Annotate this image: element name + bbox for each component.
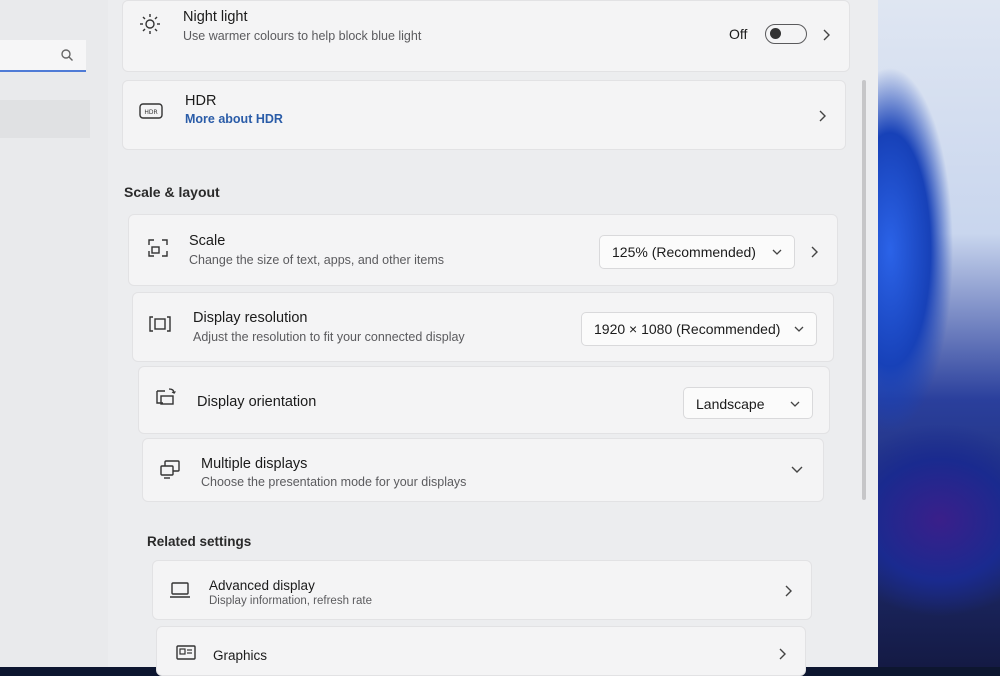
multiple-displays-subtitle: Choose the presentation mode for your di…: [201, 475, 467, 489]
scrollbar[interactable]: [862, 80, 866, 500]
chevron-down-icon: [794, 326, 804, 332]
brightness-icon: [140, 14, 160, 34]
advanced-display-title: Advanced display: [209, 578, 315, 593]
advanced-display-card[interactable]: Advanced display Display information, re…: [152, 560, 812, 620]
multiple-displays-title: Multiple displays: [201, 456, 308, 472]
multiple-displays-card[interactable]: Multiple displays Choose the presentatio…: [142, 438, 824, 502]
advanced-display-subtitle: Display information, refresh rate: [209, 595, 372, 607]
night-light-subtitle: Use warmer colours to help block blue li…: [183, 29, 422, 43]
chevron-right-icon[interactable]: [817, 109, 827, 123]
chevron-down-icon: [772, 249, 782, 255]
orientation-icon: [156, 388, 176, 405]
chevron-down-icon[interactable]: [791, 465, 803, 475]
orientation-dropdown[interactable]: Landscape: [683, 387, 813, 419]
monitor-icon: [170, 582, 190, 598]
scale-value: 125% (Recommended): [612, 244, 756, 260]
resolution-value: 1920 × 1080 (Recommended): [594, 321, 781, 337]
related-settings-heading: Related settings: [147, 534, 252, 549]
chevron-right-icon[interactable]: [821, 28, 831, 42]
multiple-displays-icon: [160, 460, 180, 479]
svg-text:HDR: HDR: [144, 109, 157, 116]
resolution-title: Display resolution: [193, 310, 308, 326]
scale-subtitle: Change the size of text, apps, and other…: [189, 253, 445, 267]
night-light-toggle[interactable]: [765, 24, 807, 44]
scale-card[interactable]: Scale Change the size of text, apps, and…: [128, 214, 838, 286]
display-orientation-card[interactable]: Display orientation Landscape: [138, 366, 830, 434]
orientation-title: Display orientation: [197, 394, 317, 410]
hdr-icon: HDR: [139, 103, 163, 119]
resolution-subtitle: Adjust the resolution to fit your connec…: [193, 330, 465, 344]
scale-title: Scale: [189, 233, 226, 249]
scale-dropdown[interactable]: 125% (Recommended): [599, 235, 795, 269]
nav-item-selected[interactable]: [0, 100, 90, 138]
resolution-dropdown[interactable]: 1920 × 1080 (Recommended): [581, 312, 817, 346]
night-light-state: Off: [729, 26, 748, 42]
graphics-title: Graphics: [213, 648, 268, 663]
night-light-title: Night light: [183, 9, 248, 25]
chevron-right-icon[interactable]: [809, 245, 819, 259]
settings-window: Night light Use warmer colours to help b…: [0, 0, 878, 676]
chevron-right-icon[interactable]: [783, 584, 793, 598]
chevron-down-icon: [790, 401, 800, 407]
graphics-icon: [176, 645, 196, 660]
search-icon: [61, 49, 73, 61]
hdr-link[interactable]: More about HDR: [185, 112, 283, 126]
scale-layout-heading: Scale & layout: [124, 184, 220, 200]
scale-icon: [148, 239, 168, 257]
orientation-value: Landscape: [696, 396, 765, 412]
navigation-pane: [0, 0, 108, 667]
hdr-card[interactable]: HDR HDR More about HDR: [122, 80, 846, 150]
display-resolution-card[interactable]: Display resolution Adjust the resolution…: [132, 292, 834, 362]
graphics-card[interactable]: Graphics: [156, 626, 806, 676]
hdr-title: HDR: [185, 93, 217, 109]
search-input[interactable]: [0, 40, 86, 72]
resolution-icon: [149, 316, 171, 332]
chevron-right-icon[interactable]: [777, 647, 787, 661]
night-light-card[interactable]: Night light Use warmer colours to help b…: [122, 0, 850, 72]
